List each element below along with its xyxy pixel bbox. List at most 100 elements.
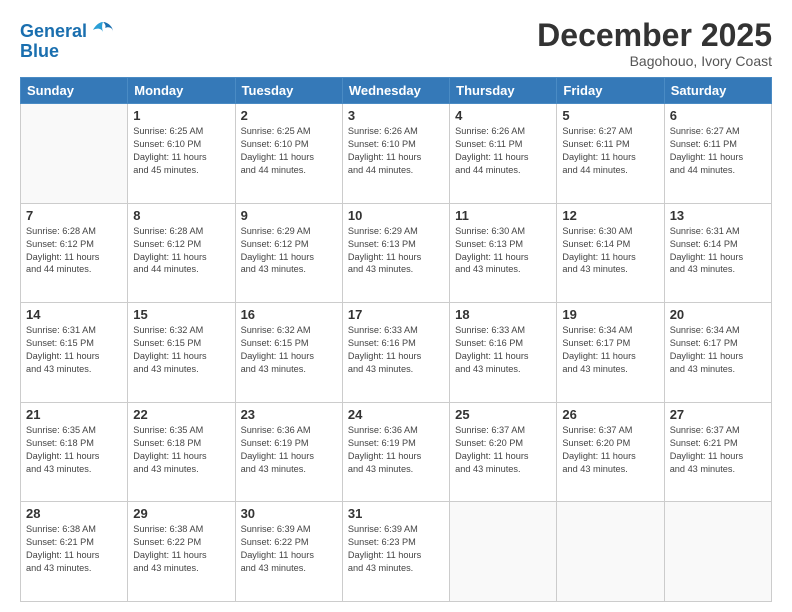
calendar-cell-2-2: 8 Sunrise: 6:28 AM Sunset: 6:12 PM Daylig… [128,203,235,303]
week-row-5: 28 Sunrise: 6:38 AM Sunset: 6:21 PM Dayli… [21,502,772,602]
day-number: 13 [670,208,766,223]
day-number: 22 [133,407,229,422]
calendar-cell-2-6: 12Sunrise: 6:30 AM Sunset: 6:14 PM Dayli… [557,203,664,303]
weekday-header-sunday: Sunday [21,78,128,104]
logo-general: General [20,22,87,42]
weekday-header-saturday: Saturday [664,78,771,104]
day-info: Sunrise: 6:34 AM Sunset: 6:17 PM Dayligh… [562,324,658,376]
title-area: December 2025 Bagohouo, Ivory Coast [537,18,772,69]
calendar-cell-1-5: 4Sunrise: 6:26 AM Sunset: 6:11 PM Daylig… [450,104,557,204]
logo-bird-icon [89,18,117,46]
day-info: Sunrise: 6:27 AM Sunset: 6:11 PM Dayligh… [562,125,658,177]
day-number: 8 [133,208,229,223]
day-number: 28 [26,506,122,521]
location: Bagohouo, Ivory Coast [537,53,772,69]
calendar-cell-1-6: 5 Sunrise: 6:27 AM Sunset: 6:11 PM Daylig… [557,104,664,204]
logo-blue: Blue [20,42,59,62]
day-info: Sunrise: 6:33 AM Sunset: 6:16 PM Dayligh… [455,324,551,376]
day-number: 14 [26,307,122,322]
day-number: 9 [241,208,337,223]
calendar-cell-5-1: 28 Sunrise: 6:38 AM Sunset: 6:21 PM Dayli… [21,502,128,602]
week-row-2: 7 Sunrise: 6:28 AM Sunset: 6:12 PM Daylig… [21,203,772,303]
calendar-cell-1-4: 3 Sunrise: 6:26 AM Sunset: 6:10 PM Daylig… [342,104,449,204]
calendar-cell-5-3: 30 Sunrise: 6:39 AM Sunset: 6:22 PM Dayli… [235,502,342,602]
week-row-1: 1 Sunrise: 6:25 AM Sunset: 6:10 PM Daylig… [21,104,772,204]
day-number: 29 [133,506,229,521]
weekday-header-monday: Monday [128,78,235,104]
day-info: Sunrise: 6:31 AM Sunset: 6:14 PM Dayligh… [670,225,766,277]
day-number: 30 [241,506,337,521]
calendar-cell-5-6 [557,502,664,602]
day-info: Sunrise: 6:30 AM Sunset: 6:13 PM Dayligh… [455,225,551,277]
calendar-cell-1-3: 2 Sunrise: 6:25 AM Sunset: 6:10 PM Daylig… [235,104,342,204]
day-info: Sunrise: 6:31 AM Sunset: 6:15 PM Dayligh… [26,324,122,376]
calendar-table: SundayMondayTuesdayWednesdayThursdayFrid… [20,77,772,602]
day-info: Sunrise: 6:28 AM Sunset: 6:12 PM Dayligh… [26,225,122,277]
day-number: 25 [455,407,551,422]
day-info: Sunrise: 6:35 AM Sunset: 6:18 PM Dayligh… [26,424,122,476]
day-info: Sunrise: 6:28 AM Sunset: 6:12 PM Dayligh… [133,225,229,277]
day-number: 12 [562,208,658,223]
day-info: Sunrise: 6:37 AM Sunset: 6:21 PM Dayligh… [670,424,766,476]
calendar-cell-2-3: 9 Sunrise: 6:29 AM Sunset: 6:12 PM Daylig… [235,203,342,303]
day-number: 5 [562,108,658,123]
page: General Blue December 2025 Bagohouo, Ivo… [0,0,792,612]
day-number: 10 [348,208,444,223]
calendar-cell-3-3: 16 Sunrise: 6:32 AM Sunset: 6:15 PM Dayli… [235,303,342,403]
calendar-cell-5-7 [664,502,771,602]
day-info: Sunrise: 6:36 AM Sunset: 6:19 PM Dayligh… [348,424,444,476]
weekday-header-thursday: Thursday [450,78,557,104]
day-info: Sunrise: 6:29 AM Sunset: 6:12 PM Dayligh… [241,225,337,277]
day-number: 21 [26,407,122,422]
weekday-header-friday: Friday [557,78,664,104]
calendar-cell-2-4: 10 Sunrise: 6:29 AM Sunset: 6:13 PM Dayli… [342,203,449,303]
day-info: Sunrise: 6:32 AM Sunset: 6:15 PM Dayligh… [133,324,229,376]
day-info: Sunrise: 6:39 AM Sunset: 6:22 PM Dayligh… [241,523,337,575]
calendar-cell-3-4: 17 Sunrise: 6:33 AM Sunset: 6:16 PM Dayli… [342,303,449,403]
calendar-cell-4-3: 23Sunrise: 6:36 AM Sunset: 6:19 PM Dayli… [235,402,342,502]
calendar-cell-3-6: 19Sunrise: 6:34 AM Sunset: 6:17 PM Dayli… [557,303,664,403]
day-info: Sunrise: 6:26 AM Sunset: 6:10 PM Dayligh… [348,125,444,177]
week-row-4: 21 Sunrise: 6:35 AM Sunset: 6:18 PM Dayli… [21,402,772,502]
calendar-cell-5-4: 31 Sunrise: 6:39 AM Sunset: 6:23 PM Dayli… [342,502,449,602]
calendar-cell-2-5: 11Sunrise: 6:30 AM Sunset: 6:13 PM Dayli… [450,203,557,303]
day-info: Sunrise: 6:38 AM Sunset: 6:21 PM Dayligh… [26,523,122,575]
calendar-cell-3-1: 14 Sunrise: 6:31 AM Sunset: 6:15 PM Dayli… [21,303,128,403]
weekday-header-wednesday: Wednesday [342,78,449,104]
calendar-cell-1-2: 1 Sunrise: 6:25 AM Sunset: 6:10 PM Daylig… [128,104,235,204]
day-info: Sunrise: 6:33 AM Sunset: 6:16 PM Dayligh… [348,324,444,376]
day-info: Sunrise: 6:37 AM Sunset: 6:20 PM Dayligh… [562,424,658,476]
day-info: Sunrise: 6:34 AM Sunset: 6:17 PM Dayligh… [670,324,766,376]
day-number: 7 [26,208,122,223]
week-row-3: 14 Sunrise: 6:31 AM Sunset: 6:15 PM Dayli… [21,303,772,403]
day-info: Sunrise: 6:38 AM Sunset: 6:22 PM Dayligh… [133,523,229,575]
day-info: Sunrise: 6:32 AM Sunset: 6:15 PM Dayligh… [241,324,337,376]
calendar-cell-3-2: 15Sunrise: 6:32 AM Sunset: 6:15 PM Dayli… [128,303,235,403]
calendar-cell-1-1 [21,104,128,204]
day-number: 31 [348,506,444,521]
day-info: Sunrise: 6:25 AM Sunset: 6:10 PM Dayligh… [133,125,229,177]
calendar-cell-4-1: 21 Sunrise: 6:35 AM Sunset: 6:18 PM Dayli… [21,402,128,502]
day-info: Sunrise: 6:29 AM Sunset: 6:13 PM Dayligh… [348,225,444,277]
calendar-cell-3-5: 18 Sunrise: 6:33 AM Sunset: 6:16 PM Dayli… [450,303,557,403]
calendar-cell-4-4: 24Sunrise: 6:36 AM Sunset: 6:19 PM Dayli… [342,402,449,502]
day-number: 17 [348,307,444,322]
day-number: 6 [670,108,766,123]
day-number: 4 [455,108,551,123]
day-number: 23 [241,407,337,422]
day-number: 1 [133,108,229,123]
day-number: 18 [455,307,551,322]
weekday-header-tuesday: Tuesday [235,78,342,104]
day-number: 16 [241,307,337,322]
calendar-cell-2-1: 7 Sunrise: 6:28 AM Sunset: 6:12 PM Daylig… [21,203,128,303]
day-number: 2 [241,108,337,123]
day-number: 3 [348,108,444,123]
header: General Blue December 2025 Bagohouo, Ivo… [20,18,772,69]
day-number: 26 [562,407,658,422]
day-info: Sunrise: 6:37 AM Sunset: 6:20 PM Dayligh… [455,424,551,476]
calendar-cell-4-7: 27Sunrise: 6:37 AM Sunset: 6:21 PM Dayli… [664,402,771,502]
day-info: Sunrise: 6:39 AM Sunset: 6:23 PM Dayligh… [348,523,444,575]
day-info: Sunrise: 6:25 AM Sunset: 6:10 PM Dayligh… [241,125,337,177]
day-info: Sunrise: 6:27 AM Sunset: 6:11 PM Dayligh… [670,125,766,177]
logo: General Blue [20,18,117,62]
